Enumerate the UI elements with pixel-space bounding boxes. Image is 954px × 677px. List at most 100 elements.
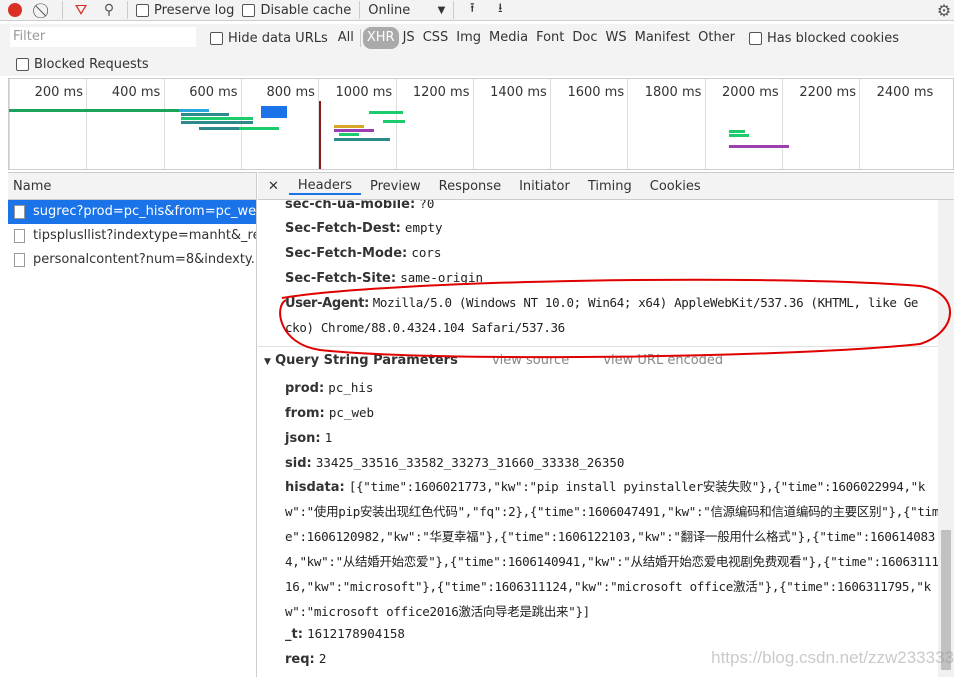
type-other[interactable]: Other: [694, 27, 739, 49]
checkbox-icon: [210, 31, 223, 45]
tab-headers[interactable]: Headers: [288, 178, 362, 195]
type-all[interactable]: All: [334, 27, 358, 49]
type-manifest[interactable]: Manifest: [631, 27, 694, 49]
request-row[interactable]: sugrec?prod=pc_his&from=pc_we...: [8, 200, 256, 224]
tab-preview[interactable]: Preview: [361, 179, 430, 194]
param-value: [{"time":1606021773,"kw":"pip install py…: [285, 479, 938, 619]
tab-initiator[interactable]: Initiator: [510, 179, 579, 194]
param-value: 33425_33516_33582_33273_31660_33338_2635…: [315, 455, 625, 470]
watermark: https://blog.csdn.net/zzw233333: [711, 648, 954, 667]
dropdown-arrow-icon: ▼: [437, 4, 446, 16]
import-har-button[interactable]: ⭱: [458, 0, 486, 20]
type-media[interactable]: Media: [485, 27, 532, 49]
details-scrollbar[interactable]: [938, 200, 954, 677]
param-value: 1: [324, 430, 333, 445]
param-value: 2: [318, 651, 327, 666]
param-key: hisdata:: [285, 480, 345, 495]
request-row[interactable]: tipsplusllist?indextype=manht&_re...: [8, 224, 256, 248]
request-list: Name sugrec?prod=pc_his&from=pc_we... ti…: [8, 172, 257, 677]
waterfall-bar: [9, 109, 179, 112]
hide-data-urls-label: Hide data URLs: [228, 30, 328, 46]
request-row[interactable]: personalcontent?num=8&indexty...: [8, 248, 256, 272]
param-value: 1612178904158: [307, 626, 405, 641]
record-button[interactable]: [0, 0, 30, 20]
settings-button[interactable]: ⚙: [934, 0, 954, 20]
tick-label: 200 ms: [34, 85, 83, 100]
gear-icon: ⚙: [936, 0, 952, 20]
param-key: from:: [285, 406, 325, 421]
disable-cache-label: Disable cache: [260, 2, 352, 18]
preserve-log-checkbox[interactable]: Preserve log: [132, 0, 238, 20]
filter-toggle-button[interactable]: ⛛: [67, 0, 95, 20]
filter-bar: Filter Hide data URLs All XHR JS CSS Img…: [0, 24, 954, 76]
param-value: pc_his: [328, 380, 374, 395]
clear-button[interactable]: ⃠: [30, 0, 58, 20]
param-value: pc_web: [328, 405, 375, 420]
checkbox-icon: [749, 31, 763, 45]
search-button[interactable]: ⚲: [95, 0, 123, 20]
type-ws[interactable]: WS: [602, 27, 631, 49]
waterfall-bar: [181, 113, 229, 116]
tab-response[interactable]: Response: [430, 179, 510, 194]
type-font[interactable]: Font: [532, 27, 568, 49]
type-xhr[interactable]: XHR: [362, 27, 399, 49]
close-icon[interactable]: ✕: [258, 179, 289, 194]
hide-data-urls-checkbox[interactable]: Hide data URLs: [210, 31, 328, 46]
tick-label: 600 ms: [189, 85, 238, 100]
timeline-tick: 1600 ms: [550, 79, 627, 169]
throttle-value: Online: [368, 2, 411, 18]
filter-input[interactable]: Filter: [10, 27, 196, 47]
waterfall-bar: [729, 134, 749, 137]
export-har-button[interactable]: ⭳: [486, 0, 514, 20]
header-row: Sec-Fetch-Dest: empty: [285, 220, 443, 236]
throttling-select[interactable]: Online ▼: [364, 0, 449, 20]
param-row: req: 2: [285, 651, 326, 667]
header-key: Sec-Fetch-Mode:: [285, 246, 408, 261]
disable-cache-checkbox[interactable]: Disable cache: [238, 0, 355, 20]
name-column-header[interactable]: Name: [8, 172, 256, 200]
waterfall-bar: [179, 109, 209, 112]
tab-timing[interactable]: Timing: [579, 179, 641, 194]
param-key: prod:: [285, 381, 325, 396]
header-row: Sec-Fetch-Mode: cors: [285, 245, 441, 261]
download-icon: ⭳: [498, 1, 503, 16]
has-blocked-cookies-label: Has blocked cookies: [767, 30, 900, 46]
tick-label: 800 ms: [266, 85, 315, 100]
param-key: sid:: [285, 456, 312, 471]
tab-cookies[interactable]: Cookies: [641, 179, 710, 194]
tick-label: 1600 ms: [567, 85, 625, 100]
tick-label: 2200 ms: [799, 85, 856, 100]
waterfall-bar: [239, 127, 279, 130]
type-img[interactable]: Img: [452, 27, 485, 49]
param-row: prod: pc_his: [285, 380, 373, 396]
waterfall-bar: [181, 121, 253, 124]
timeline-tick: 1200 ms: [395, 79, 473, 169]
type-css[interactable]: CSS: [419, 27, 453, 49]
param-row: _t: 1612178904158: [285, 626, 405, 642]
param-row: sid: 33425_33516_33582_33273_31660_33338…: [285, 455, 624, 471]
param-key: json:: [285, 431, 321, 446]
overview-timeline[interactable]: 200 ms 400 ms 600 ms 800 ms 1000 ms 1200 ms 14…: [8, 78, 954, 170]
timeline-tick: 800 ms: [240, 79, 318, 169]
tick-label: 2400 ms: [876, 85, 934, 100]
checkbox-icon: [136, 3, 149, 17]
waterfall-bar: [383, 120, 405, 123]
blocked-requests-checkbox[interactable]: Blocked Requests: [16, 57, 149, 72]
param-row: from: pc_web: [285, 405, 374, 421]
network-toolbar: ⃠ ⛛ ⚲ Preserve log Disable cache Online ▼…: [0, 0, 954, 21]
type-doc[interactable]: Doc: [568, 27, 601, 49]
type-js[interactable]: JS: [399, 27, 419, 49]
upload-icon: ⭱: [470, 1, 475, 16]
checkbox-icon: [242, 3, 256, 17]
request-name: tipsplusllist?indextype=manht&_re...: [33, 228, 256, 243]
tick-label: 1800 ms: [644, 85, 702, 100]
tick-label: 1200 ms: [412, 85, 470, 100]
param-key: _t:: [285, 627, 303, 642]
search-icon: ⚲: [103, 2, 115, 18]
header-key: Sec-Fetch-Dest:: [285, 221, 401, 236]
request-name: personalcontent?num=8&indexty...: [33, 252, 256, 267]
waterfall-bar: [729, 130, 745, 133]
waterfall-bar: [334, 125, 364, 128]
has-blocked-cookies-checkbox[interactable]: Has blocked cookies: [749, 31, 899, 46]
file-icon: [14, 205, 25, 219]
